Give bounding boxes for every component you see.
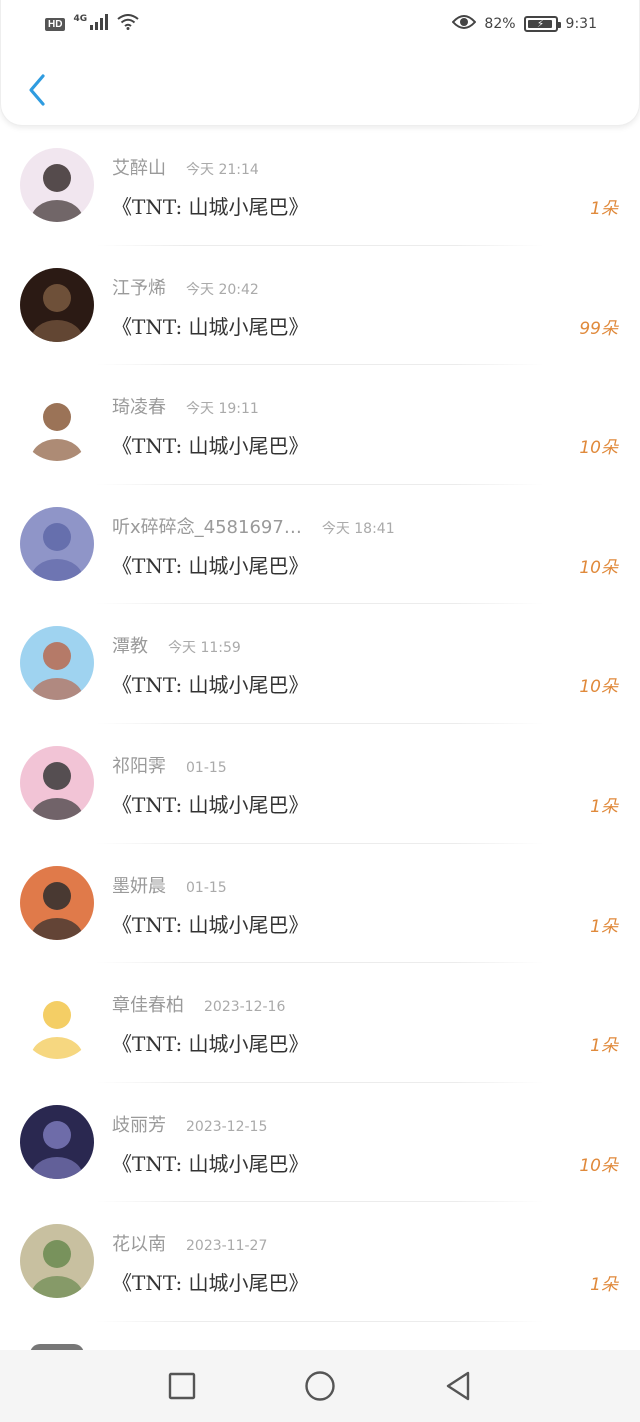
sender-meta: 江予烯 今天 20:42 bbox=[112, 274, 259, 300]
list-item[interactable]: 听x碎碎念_4581697… 今天 18:41 《TNT: 山城小尾巴》 10朵 bbox=[0, 485, 640, 605]
timestamp: 今天 11:59 bbox=[168, 640, 241, 657]
gift-list: 艾醉山 今天 21:14 《TNT: 山城小尾巴》 1朵 江予烯 今天 20:42 《TNT… bbox=[0, 126, 640, 1322]
avatar[interactable] bbox=[20, 267, 94, 342]
gift-count: 1朵 bbox=[590, 1036, 618, 1057]
avatar[interactable] bbox=[20, 1104, 94, 1179]
network-label: 4G bbox=[73, 14, 88, 24]
status-bar: HD 4G 82% ⚡ 9:31 bbox=[1, 0, 640, 48]
page: HD 4G 82% ⚡ 9:31 艾醉山 今天 21:14 《TNT: 山城小尾… bbox=[0, 0, 640, 1422]
list-item[interactable]: 墨妍晨 01-15 《TNT: 山城小尾巴》 1朵 bbox=[0, 844, 640, 964]
sender-name[interactable]: 艾醉山 bbox=[112, 154, 166, 180]
book-title[interactable]: 《TNT: 山城小尾巴》 bbox=[112, 1028, 309, 1057]
gift-count: 10朵 bbox=[579, 1155, 618, 1176]
timestamp: 01-15 bbox=[186, 759, 227, 776]
sender-meta: 艾醉山 今天 21:14 bbox=[112, 154, 259, 180]
book-title[interactable]: 《TNT: 山城小尾巴》 bbox=[112, 311, 309, 340]
gift-count: 10朵 bbox=[579, 557, 618, 578]
avatar[interactable] bbox=[20, 985, 94, 1060]
header: HD 4G 82% ⚡ 9:31 bbox=[0, 0, 640, 126]
hd-badge: HD bbox=[45, 17, 66, 31]
status-left: HD 4G bbox=[45, 14, 139, 34]
list-item[interactable]: 歧丽芳 2023-12-15 《TNT: 山城小尾巴》 10朵 bbox=[0, 1083, 640, 1203]
timestamp: 2023-12-15 bbox=[186, 1118, 268, 1135]
sender-meta: 花以南 2023-11-27 bbox=[112, 1230, 267, 1256]
clock: 9:31 bbox=[565, 16, 597, 32]
avatar[interactable] bbox=[20, 1224, 94, 1299]
book-title[interactable]: 《TNT: 山城小尾巴》 bbox=[112, 1148, 309, 1177]
book-title[interactable]: 《TNT: 山城小尾巴》 bbox=[112, 550, 309, 579]
timestamp: 今天 21:14 bbox=[186, 162, 259, 178]
system-nav-bar bbox=[0, 1350, 640, 1422]
avatar[interactable] bbox=[20, 387, 94, 462]
sender-name[interactable]: 祁阳霁 bbox=[112, 752, 166, 778]
sender-meta: 歧丽芳 2023-12-15 bbox=[112, 1111, 267, 1137]
gift-count: 1朵 bbox=[590, 199, 618, 219]
sender-meta: 琦凌春 今天 19:11 bbox=[112, 393, 259, 419]
sender-name[interactable]: 歧丽芳 bbox=[112, 1111, 166, 1137]
gift-count: 10朵 bbox=[579, 438, 618, 459]
recent-apps-button[interactable] bbox=[166, 1370, 198, 1402]
timestamp: 2023-11-27 bbox=[186, 1238, 268, 1255]
book-title[interactable]: 《TNT: 山城小尾巴》 bbox=[112, 789, 309, 818]
sender-meta: 墨妍晨 01-15 bbox=[112, 872, 227, 898]
timestamp: 今天 20:42 bbox=[186, 281, 259, 298]
sender-name[interactable]: 听x碎碎念_4581697… bbox=[112, 513, 302, 539]
status-right: 82% ⚡ 9:31 bbox=[452, 14, 597, 34]
timestamp: 今天 18:41 bbox=[321, 520, 395, 537]
avatar[interactable] bbox=[20, 865, 94, 940]
signal-icon bbox=[89, 14, 109, 34]
gift-count: 1朵 bbox=[590, 796, 618, 817]
book-title[interactable]: 《TNT: 山城小尾巴》 bbox=[112, 1267, 309, 1296]
sender-name[interactable]: 花以南 bbox=[112, 1230, 166, 1256]
list-item[interactable]: 潭教 今天 11:59 《TNT: 山城小尾巴》 10朵 bbox=[0, 604, 640, 724]
list-item[interactable]: 江予烯 今天 20:42 《TNT: 山城小尾巴》 99朵 bbox=[0, 246, 640, 366]
sender-name[interactable]: 江予烯 bbox=[112, 274, 166, 300]
list-item[interactable]: 章佳春柏 2023-12-16 《TNT: 山城小尾巴》 1朵 bbox=[0, 963, 640, 1083]
gift-count: 1朵 bbox=[590, 916, 618, 937]
sender-meta: 听x碎碎念_4581697… 今天 18:41 bbox=[112, 513, 395, 539]
triangle-back-icon bbox=[446, 1371, 470, 1401]
book-title[interactable]: 《TNT: 山城小尾巴》 bbox=[112, 909, 309, 938]
book-title[interactable]: 《TNT: 山城小尾巴》 bbox=[112, 430, 309, 459]
sender-name[interactable]: 琦凌春 bbox=[112, 393, 166, 419]
sender-name[interactable]: 潭教 bbox=[112, 632, 148, 658]
battery-icon: ⚡ bbox=[523, 16, 561, 32]
list-item[interactable]: 花以南 2023-11-27 《TNT: 山城小尾巴》 1朵 bbox=[0, 1202, 640, 1322]
sender-name[interactable]: 墨妍晨 bbox=[112, 872, 166, 898]
square-icon bbox=[168, 1372, 196, 1400]
gift-count: 1朵 bbox=[590, 1275, 618, 1296]
sender-name[interactable]: 章佳春柏 bbox=[112, 991, 184, 1017]
wifi-icon bbox=[117, 14, 139, 34]
gift-count: 99朵 bbox=[579, 318, 618, 339]
sender-meta: 章佳春柏 2023-12-16 bbox=[112, 991, 285, 1017]
timestamp: 今天 19:11 bbox=[186, 401, 259, 418]
home-button[interactable] bbox=[304, 1370, 336, 1402]
eye-icon bbox=[452, 14, 477, 34]
chevron-left-icon bbox=[29, 74, 45, 106]
avatar[interactable] bbox=[20, 745, 94, 820]
gift-count: 10朵 bbox=[579, 677, 618, 698]
back-button[interactable] bbox=[19, 70, 55, 110]
sender-meta: 祁阳霁 01-15 bbox=[112, 752, 227, 778]
book-title[interactable]: 《TNT: 山城小尾巴》 bbox=[112, 669, 309, 698]
avatar[interactable] bbox=[20, 506, 94, 581]
timestamp: 2023-12-16 bbox=[204, 999, 286, 1016]
list-item[interactable]: 祁阳霁 01-15 《TNT: 山城小尾巴》 1朵 bbox=[0, 724, 640, 844]
timestamp: 01-15 bbox=[186, 879, 227, 896]
book-title[interactable]: 《TNT: 山城小尾巴》 bbox=[112, 191, 309, 220]
avatar[interactable] bbox=[20, 626, 94, 701]
list-item[interactable]: 艾醉山 今天 21:14 《TNT: 山城小尾巴》 1朵 bbox=[0, 126, 640, 246]
sender-meta: 潭教 今天 11:59 bbox=[112, 632, 241, 658]
battery-percent: 82% bbox=[484, 16, 516, 32]
list-item[interactable]: 琦凌春 今天 19:11 《TNT: 山城小尾巴》 10朵 bbox=[0, 365, 640, 485]
avatar[interactable] bbox=[20, 148, 94, 222]
nav-back-button[interactable] bbox=[442, 1370, 474, 1402]
circle-icon bbox=[305, 1371, 335, 1401]
